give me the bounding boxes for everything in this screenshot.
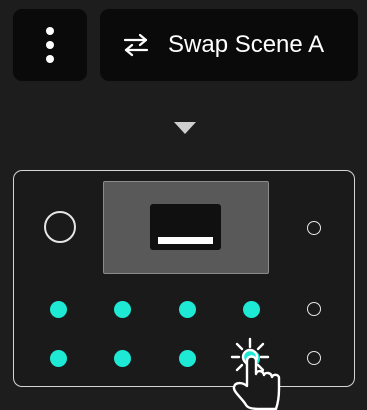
large-knob[interactable] — [44, 211, 76, 243]
screen-preview — [150, 204, 221, 250]
small-knob-top[interactable] — [307, 221, 321, 235]
small-knob-middle[interactable] — [307, 302, 321, 316]
menu-dot-icon — [46, 41, 54, 49]
pedal-device — [13, 170, 355, 387]
footswitch-led[interactable] — [179, 350, 196, 367]
footswitch-led[interactable] — [114, 350, 131, 367]
menu-dot-icon — [46, 55, 54, 63]
swap-scene-label: Swap Scene A — [168, 31, 325, 58]
screen-bar — [158, 237, 213, 244]
swap-scene-button[interactable]: Swap Scene A — [100, 9, 358, 81]
menu-dot-icon — [46, 27, 54, 35]
footswitch-led[interactable] — [179, 301, 196, 318]
swap-arrows-icon — [123, 33, 149, 57]
down-triangle-icon — [174, 122, 196, 134]
footswitch-led[interactable] — [114, 301, 131, 318]
more-options-button[interactable] — [13, 9, 87, 81]
footswitch-led[interactable] — [50, 350, 67, 367]
stage: Swap Scene A — [0, 0, 367, 410]
device-screen — [103, 181, 269, 274]
small-knob-bottom[interactable] — [307, 351, 321, 365]
tap-hand-icon — [230, 337, 281, 410]
footswitch-led[interactable] — [243, 301, 260, 318]
footswitch-led[interactable] — [50, 301, 67, 318]
